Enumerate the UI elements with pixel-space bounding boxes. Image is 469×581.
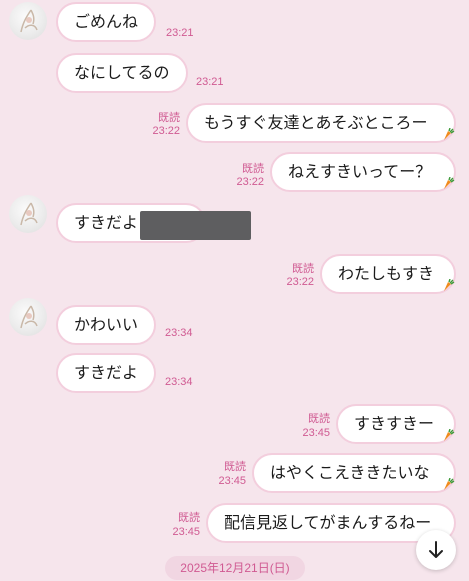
carrot-icon (444, 128, 455, 140)
read-receipt: 既読 (242, 163, 264, 175)
message-time: 23:21 (196, 76, 224, 88)
message-text: ねえすきいってー？ (288, 162, 432, 181)
message-text: なにしてるの (74, 63, 170, 82)
redaction-box (140, 211, 251, 240)
scroll-to-bottom-button[interactable] (416, 530, 456, 570)
avatar-rabbit-icon (20, 202, 38, 226)
message-time: 23:45 (218, 475, 246, 487)
read-receipt: 既読 (224, 461, 246, 473)
message-bubble-incoming[interactable]: ごめんね (56, 2, 157, 42)
message-text: すきだよ (74, 363, 139, 382)
message-bubble-outgoing[interactable]: すきすきー (336, 404, 456, 444)
message-text: すきすきー (354, 414, 435, 433)
read-receipt: 既読 (308, 413, 330, 425)
message-bubble-outgoing[interactable]: 配信見返してがまんするねー (206, 503, 456, 543)
message-text: ごめんね (74, 12, 139, 31)
avatar[interactable] (9, 298, 47, 336)
carrot-icon (444, 429, 455, 441)
date-separator: 2025年12月21日(日) (165, 556, 305, 580)
carrot-icon (444, 478, 455, 490)
message-text: かわいい (74, 315, 139, 334)
message-time: 23:34 (165, 376, 193, 388)
message-bubble-outgoing[interactable]: わたしもすき (320, 254, 456, 294)
message-text: はやくこえききたいな (270, 463, 430, 482)
message-bubble-incoming[interactable]: なにしてるの (56, 53, 188, 93)
avatar[interactable] (9, 2, 47, 40)
message-time: 23:22 (286, 276, 314, 288)
message-bubble-incoming[interactable]: かわいい (56, 305, 157, 345)
message-bubble-outgoing[interactable]: はやくこえききたいな (252, 453, 456, 493)
avatar-rabbit-icon (20, 305, 38, 329)
read-receipt: 既読 (158, 112, 180, 124)
read-receipt: 既読 (178, 512, 200, 524)
message-time: 23:34 (165, 327, 193, 339)
message-text: わたしもすき (338, 264, 435, 283)
carrot-icon (444, 177, 455, 189)
arrow-down-icon (429, 541, 443, 558)
message-text: もうすぐ友達とあそぶところー (204, 113, 428, 132)
carrot-icon (444, 279, 455, 291)
avatar-rabbit-icon (20, 9, 38, 33)
message-time: 23:21 (166, 27, 194, 39)
message-bubble-incoming[interactable]: すきだよ (56, 353, 157, 393)
read-receipt: 既読 (292, 263, 314, 275)
message-time: 23:45 (302, 427, 330, 439)
message-bubble-outgoing[interactable]: ねえすきいってー？ (270, 152, 456, 192)
message-text: すきだよ (74, 213, 139, 232)
message-time: 23:45 (172, 526, 200, 538)
message-time: 23:22 (236, 176, 264, 188)
message-bubble-outgoing[interactable]: もうすぐ友達とあそぶところー (186, 103, 456, 143)
message-text: 配信見返してがまんするねー (224, 513, 432, 532)
avatar[interactable] (9, 195, 47, 233)
message-time: 23:22 (152, 125, 180, 137)
